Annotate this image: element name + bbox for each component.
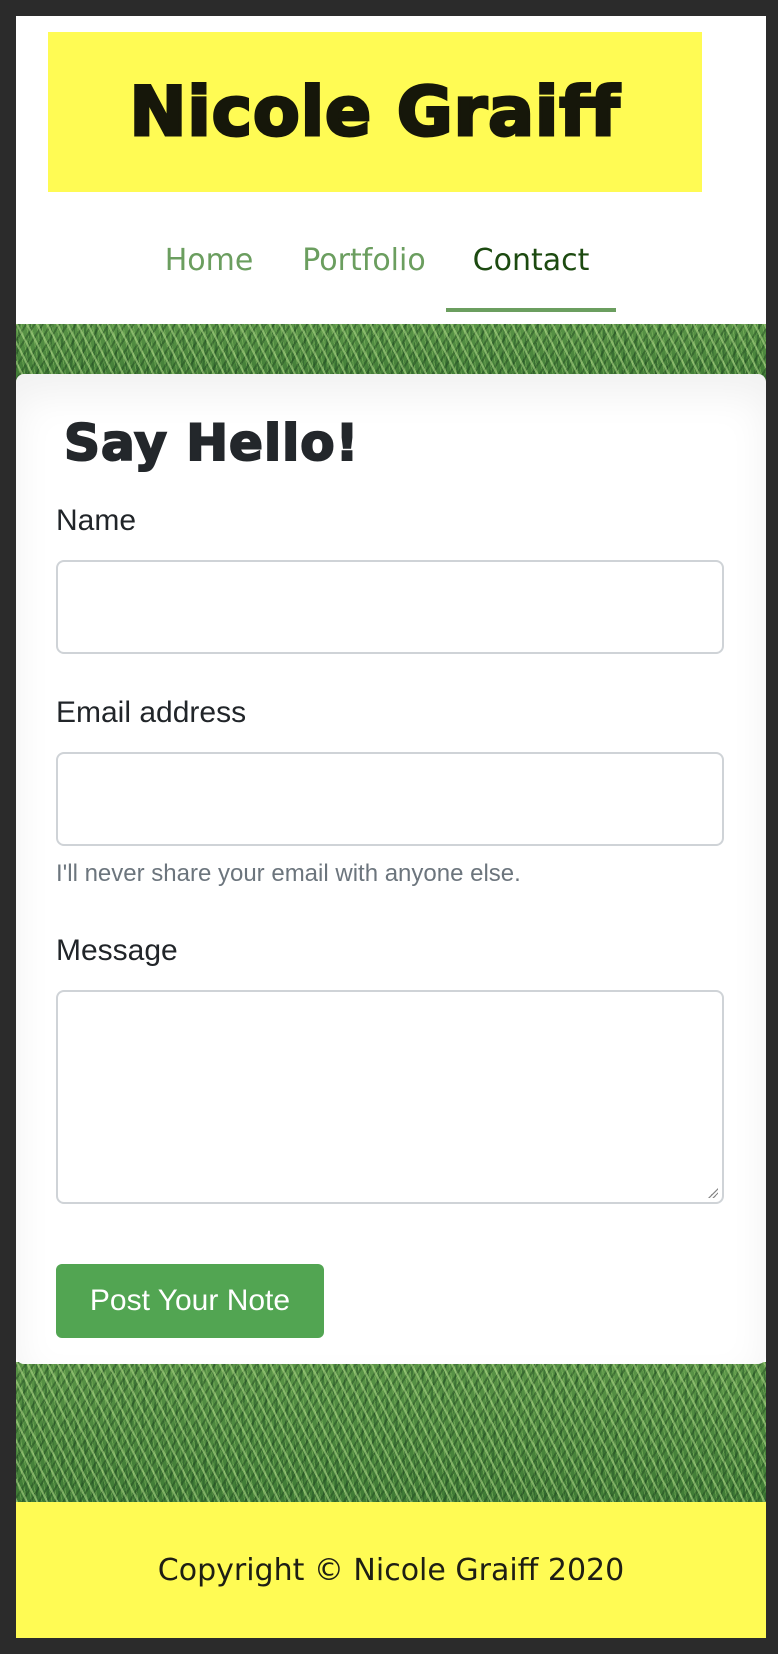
name-label: Name — [56, 504, 137, 537]
message-textarea[interactable] — [56, 990, 724, 1204]
contact-card: Say Hello! Name Email address I'll never… — [16, 374, 766, 1364]
grass-background-bottom — [16, 1362, 766, 1502]
message-label: Message — [56, 934, 178, 967]
nav-home-link[interactable]: Home — [154, 212, 264, 308]
email-label: Email address — [56, 696, 247, 729]
post-note-button[interactable]: Post Your Note — [56, 1264, 324, 1338]
page-frame: Nicole Graiff Home Portfolio Contact Say… — [16, 16, 766, 1638]
site-footer: Copyright © Nicole Graiff 2020 — [16, 1502, 766, 1638]
email-input[interactable] — [56, 752, 724, 846]
main-nav: Home Portfolio Contact — [16, 212, 766, 312]
site-title: Nicole Graiff — [128, 71, 621, 153]
nav-portfolio-link[interactable]: Portfolio — [302, 212, 426, 308]
name-input[interactable] — [56, 560, 724, 654]
form-heading: Say Hello! — [63, 413, 360, 473]
resize-handle-icon[interactable] — [708, 1188, 718, 1198]
copyright-text: Copyright © Nicole Graiff 2020 — [157, 1552, 625, 1588]
site-banner: Nicole Graiff — [48, 32, 702, 192]
nav-contact-link[interactable]: Contact — [446, 212, 616, 312]
email-help-text: I'll never share your email with anyone … — [56, 860, 521, 887]
